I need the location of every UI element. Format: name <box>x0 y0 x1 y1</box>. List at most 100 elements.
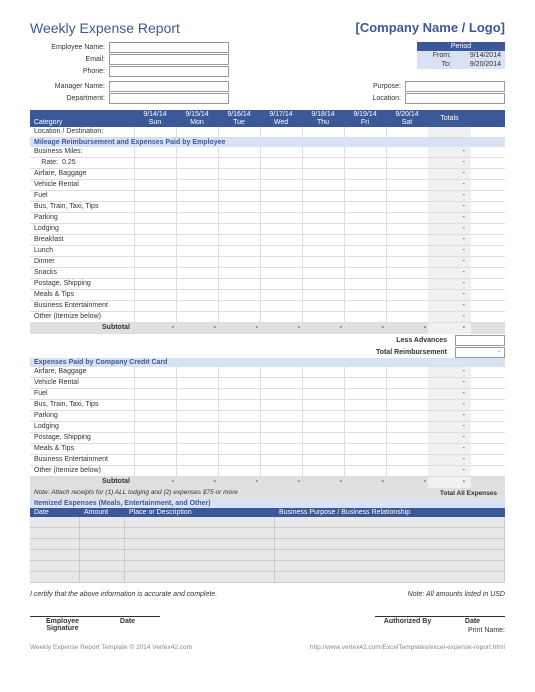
expense-cell[interactable]: - <box>344 477 386 488</box>
expense-cell[interactable] <box>176 422 218 432</box>
expense-cell[interactable] <box>218 158 260 168</box>
expense-cell[interactable] <box>302 213 344 223</box>
expense-cell[interactable] <box>386 367 428 377</box>
expense-cell[interactable] <box>386 213 428 223</box>
expense-cell[interactable] <box>134 444 176 454</box>
expense-cell[interactable] <box>386 411 428 421</box>
expense-cell[interactable] <box>260 400 302 410</box>
expense-cell[interactable] <box>302 180 344 190</box>
expense-cell[interactable] <box>302 202 344 212</box>
expense-cell[interactable] <box>386 158 428 168</box>
expense-cell[interactable] <box>344 268 386 278</box>
expense-cell[interactable] <box>134 279 176 289</box>
expense-cell[interactable] <box>386 378 428 388</box>
expense-cell[interactable] <box>260 257 302 267</box>
expense-cell[interactable] <box>134 147 176 157</box>
expense-cell[interactable] <box>344 202 386 212</box>
expense-cell[interactable] <box>260 378 302 388</box>
expense-cell[interactable] <box>260 169 302 179</box>
expense-cell[interactable] <box>302 455 344 465</box>
expense-cell[interactable]: - <box>260 323 302 334</box>
expense-cell[interactable] <box>218 444 260 454</box>
expense-cell[interactable] <box>386 290 428 300</box>
expense-cell[interactable] <box>260 202 302 212</box>
expense-cell[interactable] <box>302 466 344 476</box>
expense-cell[interactable] <box>218 367 260 377</box>
expense-cell[interactable] <box>260 224 302 234</box>
expense-cell[interactable] <box>302 147 344 157</box>
expense-cell[interactable] <box>344 455 386 465</box>
expense-cell[interactable] <box>344 422 386 432</box>
expense-cell[interactable] <box>302 301 344 311</box>
expense-cell[interactable] <box>218 224 260 234</box>
expense-cell[interactable] <box>344 290 386 300</box>
expense-cell[interactable] <box>386 422 428 432</box>
expense-cell[interactable] <box>176 235 218 245</box>
expense-cell[interactable] <box>134 411 176 421</box>
expense-cell[interactable] <box>260 411 302 421</box>
expense-cell[interactable] <box>260 389 302 399</box>
expense-cell[interactable] <box>302 246 344 256</box>
less-advances-input[interactable] <box>455 335 505 346</box>
expense-cell[interactable] <box>386 433 428 443</box>
expense-cell[interactable] <box>218 400 260 410</box>
expense-cell[interactable] <box>344 400 386 410</box>
expense-cell[interactable] <box>302 290 344 300</box>
expense-cell[interactable] <box>344 213 386 223</box>
manager-input[interactable] <box>109 81 229 92</box>
expense-cell[interactable] <box>218 433 260 443</box>
expense-cell[interactable] <box>386 169 428 179</box>
expense-cell[interactable] <box>134 202 176 212</box>
expense-cell[interactable] <box>218 290 260 300</box>
expense-cell[interactable] <box>344 378 386 388</box>
expense-cell[interactable]: - <box>176 323 218 334</box>
expense-cell[interactable] <box>134 378 176 388</box>
expense-cell[interactable] <box>302 268 344 278</box>
expense-cell[interactable] <box>176 246 218 256</box>
expense-cell[interactable] <box>176 466 218 476</box>
expense-cell[interactable] <box>260 422 302 432</box>
expense-cell[interactable] <box>302 312 344 322</box>
expense-cell[interactable] <box>218 455 260 465</box>
expense-cell[interactable] <box>176 257 218 267</box>
expense-cell[interactable] <box>344 158 386 168</box>
expense-cell[interactable] <box>344 389 386 399</box>
expense-cell[interactable] <box>176 279 218 289</box>
expense-cell[interactable] <box>218 411 260 421</box>
expense-cell[interactable] <box>260 180 302 190</box>
expense-cell[interactable]: - <box>176 477 218 488</box>
expense-cell[interactable]: - <box>218 323 260 334</box>
expense-cell[interactable] <box>134 389 176 399</box>
expense-cell[interactable] <box>386 202 428 212</box>
expense-cell[interactable] <box>218 389 260 399</box>
expense-cell[interactable] <box>176 224 218 234</box>
expense-cell[interactable] <box>176 158 218 168</box>
expense-cell[interactable] <box>176 433 218 443</box>
expense-cell[interactable] <box>218 312 260 322</box>
expense-cell[interactable] <box>134 301 176 311</box>
expense-cell[interactable] <box>386 180 428 190</box>
expense-cell[interactable]: - <box>344 323 386 334</box>
expense-cell[interactable] <box>386 455 428 465</box>
expense-cell[interactable] <box>386 400 428 410</box>
expense-cell[interactable] <box>344 279 386 289</box>
expense-cell[interactable] <box>386 257 428 267</box>
itemized-row[interactable] <box>30 539 505 550</box>
expense-cell[interactable] <box>260 279 302 289</box>
employee-name-input[interactable] <box>109 42 229 53</box>
expense-cell[interactable]: - <box>134 323 176 334</box>
expense-cell[interactable] <box>176 389 218 399</box>
expense-cell[interactable] <box>176 301 218 311</box>
expense-cell[interactable] <box>260 191 302 201</box>
expense-cell[interactable]: - <box>386 477 428 488</box>
expense-cell[interactable] <box>218 127 260 137</box>
expense-cell[interactable] <box>386 191 428 201</box>
expense-cell[interactable] <box>218 213 260 223</box>
expense-cell[interactable] <box>134 367 176 377</box>
expense-cell[interactable] <box>134 191 176 201</box>
expense-cell[interactable] <box>386 235 428 245</box>
itemized-row[interactable] <box>30 550 505 561</box>
expense-cell[interactable] <box>344 312 386 322</box>
expense-cell[interactable] <box>386 127 428 137</box>
expense-cell[interactable] <box>134 158 176 168</box>
